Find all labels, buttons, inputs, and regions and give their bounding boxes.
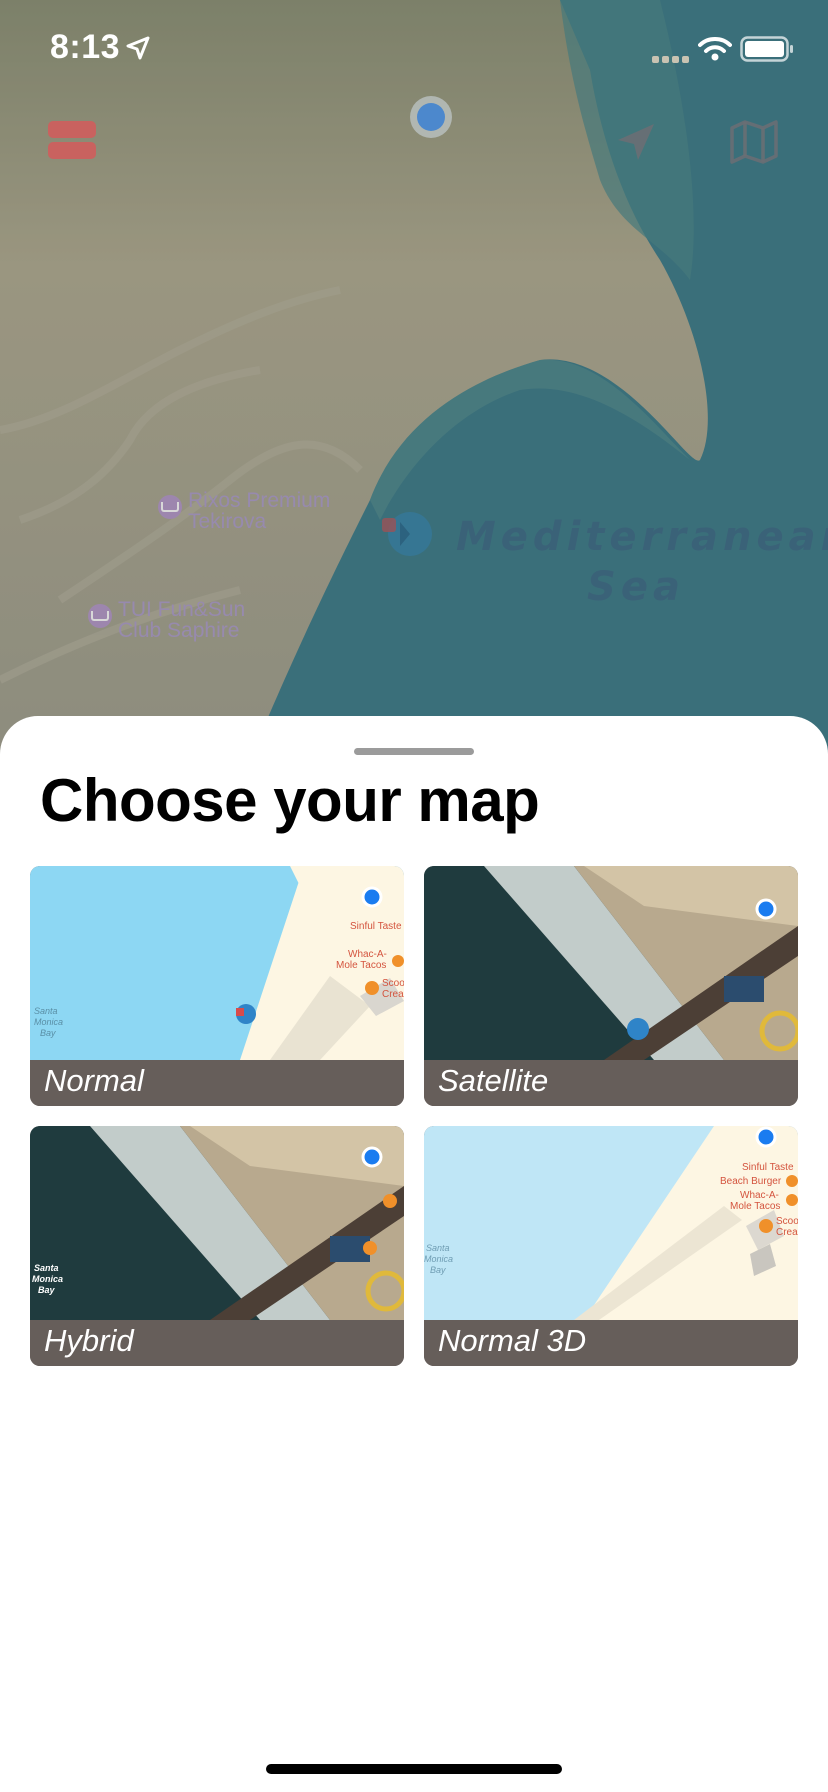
home-indicator[interactable] xyxy=(266,1764,562,1774)
thumb-label: Crea xyxy=(382,989,404,1000)
thumb-label: Scoo xyxy=(382,978,404,989)
layers-icon xyxy=(48,121,96,159)
location-arrow-icon xyxy=(126,36,150,60)
thumb-label: Santa xyxy=(34,1006,58,1016)
hybrid-map-thumbnail: Santa Monica Bay xyxy=(30,1126,404,1320)
thumb-label: Mole Tacos xyxy=(336,960,386,971)
normal-map-thumbnail: Sinful Taste Whac-A- Mole Tacos Scoo Cre… xyxy=(30,866,404,1060)
map-option-label: Hybrid xyxy=(44,1323,134,1358)
status-time: 8:13 xyxy=(50,28,121,66)
map-option-label: Normal 3D xyxy=(438,1323,587,1358)
map-option-satellite[interactable]: Satellite xyxy=(424,866,798,1106)
sheet-title: Choose your map xyxy=(40,767,540,834)
thumb-label: Monica xyxy=(32,1274,63,1284)
thumb-label: Scoo xyxy=(776,1216,798,1227)
map-option-label: Satellite xyxy=(438,1063,549,1098)
thumb-label: Santa xyxy=(426,1243,450,1253)
thumb-label: Whac-A- xyxy=(740,1190,779,1201)
thumb-label: Whac-A- xyxy=(348,949,387,960)
map-icon xyxy=(730,120,778,164)
navigation-arrow-icon xyxy=(618,124,654,160)
thumb-label: Sinful Taste xyxy=(742,1162,794,1173)
thumb-label: Santa xyxy=(34,1263,59,1273)
thumb-label: Bay xyxy=(430,1265,446,1275)
map-type-sheet: Choose your map Sinful Taste Whac-A- Mol… xyxy=(0,716,828,1792)
user-location-dot[interactable] xyxy=(410,96,452,138)
map-option-normal[interactable]: Sinful Taste Whac-A- Mole Tacos Scoo Cre… xyxy=(30,866,404,1106)
satellite-map-thumbnail xyxy=(424,866,798,1060)
thumb-label: Beach Burger xyxy=(720,1176,782,1187)
thumb-label: Monica xyxy=(34,1017,63,1027)
thumb-label: Monica xyxy=(424,1254,453,1264)
wifi-icon xyxy=(698,37,732,61)
map-option-hybrid[interactable]: Santa Monica Bay Hybrid xyxy=(30,1126,404,1366)
thumb-label: Crea xyxy=(776,1227,798,1238)
thumb-label: Bay xyxy=(40,1028,56,1038)
map-option-normal-3d[interactable]: Sinful Taste Beach Burger Whac-A- Mole T… xyxy=(424,1126,798,1366)
map-option-label: Normal xyxy=(44,1063,144,1098)
battery-icon xyxy=(740,36,793,62)
thumb-label: Bay xyxy=(38,1285,56,1295)
cellular-signal-icon xyxy=(652,56,689,63)
layers-button[interactable] xyxy=(40,112,104,168)
sheet-grabber[interactable] xyxy=(354,748,474,755)
map-type-button[interactable] xyxy=(724,112,784,172)
locate-me-button[interactable] xyxy=(606,112,666,172)
normal-3d-map-thumbnail: Sinful Taste Beach Burger Whac-A- Mole T… xyxy=(424,1126,798,1320)
thumb-label: Sinful Taste xyxy=(350,921,402,932)
status-bar: 8:13 xyxy=(0,0,828,100)
thumb-label: Mole Tacos xyxy=(730,1201,780,1212)
